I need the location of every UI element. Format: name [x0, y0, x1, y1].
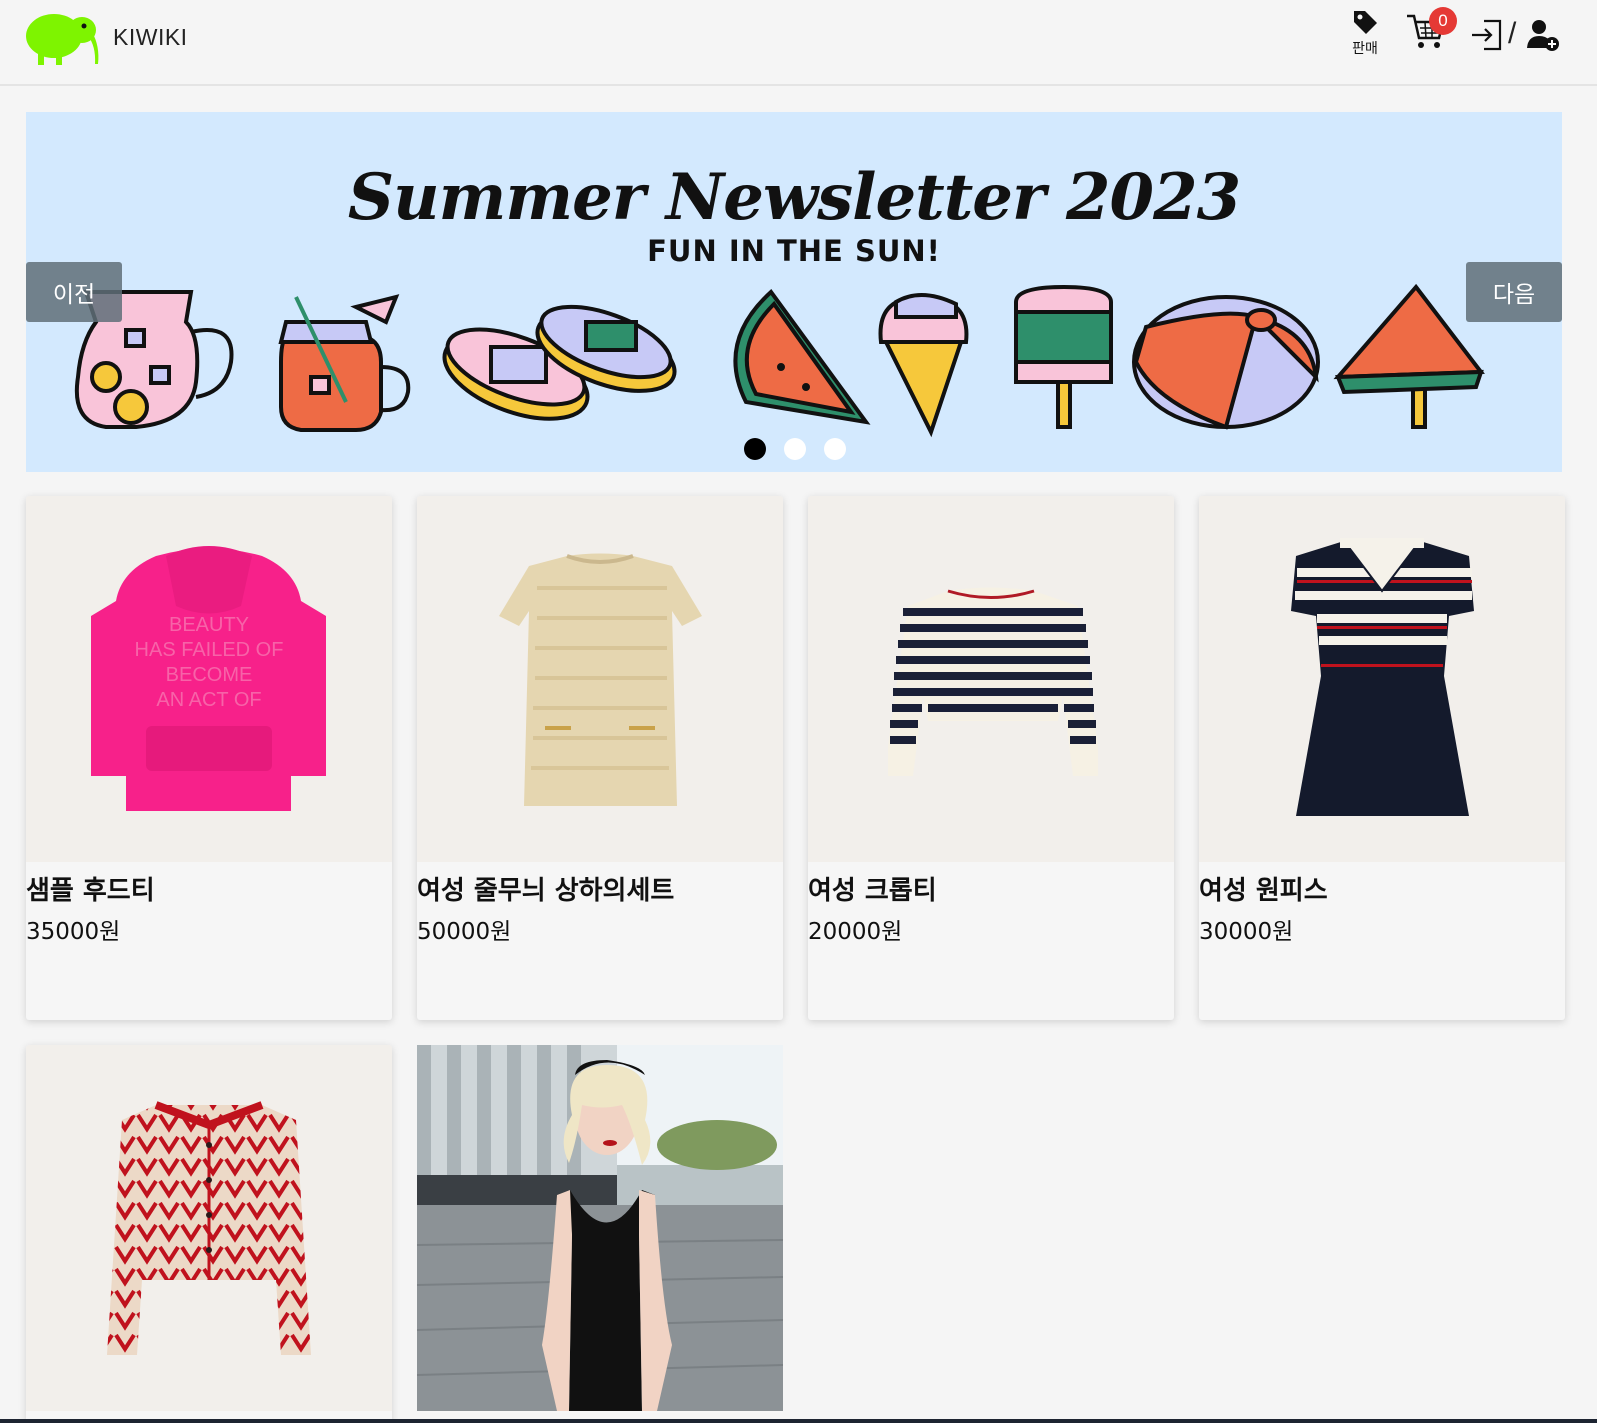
- product-card[interactable]: 여성 줄무늬 상하의세트 50000원: [417, 496, 783, 1020]
- svg-text:BECOME: BECOME: [166, 664, 253, 686]
- carousel-next-button[interactable]: 다음: [1466, 262, 1562, 322]
- banner-subtitle: FUN IN THE SUN!: [647, 234, 941, 268]
- product-name[interactable]: 샘플 후드티: [26, 870, 155, 907]
- login-icon: [1472, 19, 1502, 51]
- product-name[interactable]: 여성 원피스: [1199, 870, 1328, 907]
- product-card[interactable]: 여성 원피스 30000원: [1199, 496, 1565, 1020]
- product-image[interactable]: BEAUTY HAS FAILED OF BECOME AN ACT OF: [26, 496, 392, 862]
- product-card[interactable]: BEAUTY HAS FAILED OF BECOME AN ACT OF 샘플…: [26, 496, 392, 1020]
- product-image[interactable]: [26, 1045, 392, 1411]
- product-card[interactable]: 여성 크롭티 20000원: [808, 496, 1174, 1020]
- product-image[interactable]: [808, 496, 1174, 862]
- promo-carousel[interactable]: Summer Newsletter 2023 FUN IN THE SUN! 이…: [26, 112, 1562, 472]
- header: KIWIKI 판매 0 /: [0, 0, 1597, 86]
- product-name[interactable]: 여성 줄무늬 상하의세트: [417, 870, 674, 907]
- product-image[interactable]: [1199, 496, 1565, 862]
- carousel-prev-button[interactable]: 이전: [26, 262, 122, 322]
- price-tag-icon: [1354, 11, 1377, 34]
- svg-text:AN ACT OF: AN ACT OF: [156, 689, 261, 711]
- product-price: 30000원: [1199, 919, 1294, 945]
- carousel-dot-1[interactable]: [744, 438, 766, 460]
- sell-label: 판매: [1352, 41, 1378, 57]
- bottom-edge: [0, 1419, 1597, 1423]
- product-image[interactable]: [417, 496, 783, 862]
- brand-name[interactable]: KIWIKI: [113, 24, 188, 51]
- kiwi-logo-icon[interactable]: [24, 6, 104, 66]
- product-price: 35000원: [26, 919, 121, 945]
- product-name[interactable]: 여성 크롭티: [808, 870, 937, 907]
- signup-button[interactable]: [1526, 18, 1560, 56]
- svg-text:BEAUTY: BEAUTY: [169, 614, 249, 636]
- carousel-dot-3[interactable]: [824, 438, 846, 460]
- cart-button[interactable]: 0: [1405, 7, 1457, 58]
- product-image[interactable]: [417, 1045, 783, 1411]
- add-user-icon: [1527, 20, 1559, 51]
- product-card[interactable]: [26, 1045, 392, 1423]
- svg-text:HAS FAILED OF: HAS FAILED OF: [135, 639, 284, 661]
- login-button[interactable]: [1470, 18, 1504, 56]
- product-price: 20000원: [808, 919, 903, 945]
- product-price: 50000원: [417, 919, 512, 945]
- separator: /: [1508, 17, 1517, 50]
- product-card[interactable]: [417, 1045, 783, 1413]
- summer-illustration: [74, 283, 1485, 438]
- sell-button[interactable]: 판매: [1345, 8, 1385, 60]
- carousel-dot-2[interactable]: [784, 438, 806, 460]
- banner-title: Summer Newsletter 2023: [347, 160, 1241, 235]
- cart-count-badge: 0: [1429, 7, 1457, 35]
